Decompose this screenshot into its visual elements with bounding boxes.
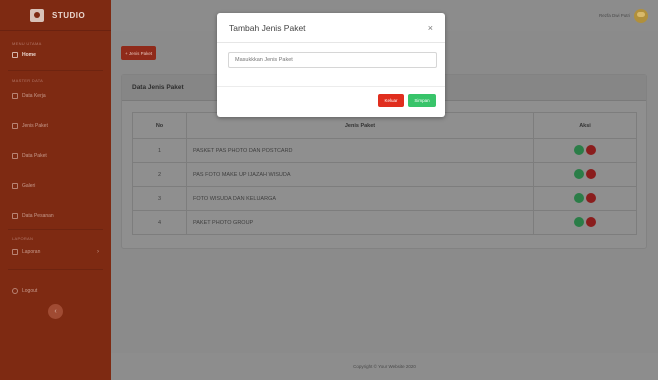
- delete-icon[interactable]: [586, 144, 596, 155]
- sidebar-item-label: Laporan: [22, 249, 41, 255]
- table-icon: [12, 93, 18, 99]
- sidebar-item-home[interactable]: Home: [0, 48, 111, 62]
- sidebar-item-label: Home: [22, 52, 36, 58]
- column-header-no[interactable]: No: [132, 112, 187, 139]
- sidebar-item-label: Data Kerja: [22, 93, 46, 99]
- cell-aksi: [533, 186, 637, 211]
- modal-title: Tambah Jenis Paket: [229, 22, 306, 33]
- edit-icon[interactable]: [574, 192, 584, 203]
- sidebar-item-label: Data Paket: [22, 153, 47, 159]
- cell-no: 4: [132, 210, 187, 235]
- sidebar-heading-report: LAPORAN: [12, 236, 34, 241]
- copyright-text: Copyright © Your Website 2020: [353, 364, 416, 369]
- modal-divider: [217, 86, 445, 87]
- table-icon: [12, 213, 18, 219]
- cell-jenis-paket: PAS FOTO MAKE UP IJAZAH WISUDA: [186, 162, 534, 187]
- cell-no: 3: [132, 186, 187, 211]
- report-icon: [12, 249, 18, 255]
- delete-icon[interactable]: [586, 216, 596, 227]
- table-icon: [12, 153, 18, 159]
- edit-icon[interactable]: [574, 144, 584, 155]
- avatar[interactable]: [634, 8, 648, 23]
- keluar-button[interactable]: Keluar: [378, 94, 404, 107]
- edit-icon[interactable]: [574, 168, 584, 179]
- sidebar-item-logout[interactable]: Logout: [0, 284, 111, 298]
- sidebar: STUDIO MENU UTAMA Home MASTER DATA Data …: [0, 0, 111, 380]
- footer: Copyright © Your Website 2020: [111, 353, 658, 380]
- sidebar-item-label: Logout: [22, 288, 38, 294]
- edit-icon[interactable]: [574, 216, 584, 227]
- table-row: 1 PASKET PAS PHOTO DAN POSTCARD: [132, 138, 637, 163]
- sidebar-item-label: Data Pesanan: [22, 213, 54, 219]
- table-row: 3 FOTO WISUDA DAN KELUARGA: [132, 186, 637, 211]
- table-icon: [12, 123, 18, 129]
- cell-no: 1: [132, 138, 187, 163]
- close-icon[interactable]: ×: [428, 23, 433, 33]
- sidebar-heading-main: MENU UTAMA: [12, 41, 42, 46]
- chevron-left-icon: ‹: [54, 308, 57, 315]
- sidebar-item-laporan[interactable]: Laporan ›: [0, 245, 111, 259]
- cell-jenis-paket: PAKET PHOTO GROUP: [186, 210, 534, 235]
- cell-aksi: [533, 138, 637, 163]
- brand-name: STUDIO: [52, 10, 86, 20]
- cell-aksi: [533, 162, 637, 187]
- logout-icon: [12, 288, 18, 294]
- sidebar-item-data-pesanan[interactable]: Data Pesanan: [0, 209, 111, 223]
- table-row: 2 PAS FOTO MAKE UP IJAZAH WISUDA: [132, 162, 637, 187]
- user-name[interactable]: Rezfa Dwi Putri: [599, 13, 630, 18]
- jenis-paket-input[interactable]: [228, 52, 437, 68]
- camera-icon: [30, 8, 44, 22]
- delete-icon[interactable]: [586, 192, 596, 203]
- chevron-right-icon: ›: [97, 249, 99, 255]
- cell-aksi: [533, 210, 637, 235]
- column-header-aksi[interactable]: Aksi: [533, 112, 637, 139]
- cell-jenis-paket: FOTO WISUDA DAN KELUARGA: [186, 186, 534, 211]
- simpan-button[interactable]: Simpan: [408, 94, 436, 107]
- add-jenis-paket-modal: Tambah Jenis Paket × Keluar Simpan: [217, 13, 445, 117]
- sidebar-toggle-button[interactable]: ‹: [48, 304, 63, 319]
- table-row: 4 PAKET PHOTO GROUP: [132, 210, 637, 235]
- brand[interactable]: STUDIO: [0, 0, 111, 31]
- sidebar-item-galeri[interactable]: Galeri: [0, 179, 111, 193]
- data-table: No Jenis Paket Aksi 1 PASKET PAS PHOTO D…: [132, 112, 637, 235]
- modal-header: Tambah Jenis Paket ×: [217, 13, 445, 43]
- sidebar-item-data-paket[interactable]: Data Paket: [0, 149, 111, 163]
- sidebar-item-label: Galeri: [22, 183, 36, 189]
- sidebar-item-jenis-paket[interactable]: Jenis Paket: [0, 119, 111, 133]
- add-jenis-paket-button[interactable]: + Jenis Paket: [121, 46, 157, 60]
- cell-no: 2: [132, 162, 187, 187]
- dashboard-icon: [12, 52, 18, 58]
- image-icon: [12, 183, 18, 189]
- sidebar-item-label: Jenis Paket: [22, 123, 48, 129]
- sidebar-item-data-kerja[interactable]: Data Kerja: [0, 89, 111, 103]
- sidebar-heading-master: MASTER DATA: [12, 78, 44, 83]
- cell-jenis-paket: PASKET PAS PHOTO DAN POSTCARD: [186, 138, 534, 163]
- delete-icon[interactable]: [586, 168, 596, 179]
